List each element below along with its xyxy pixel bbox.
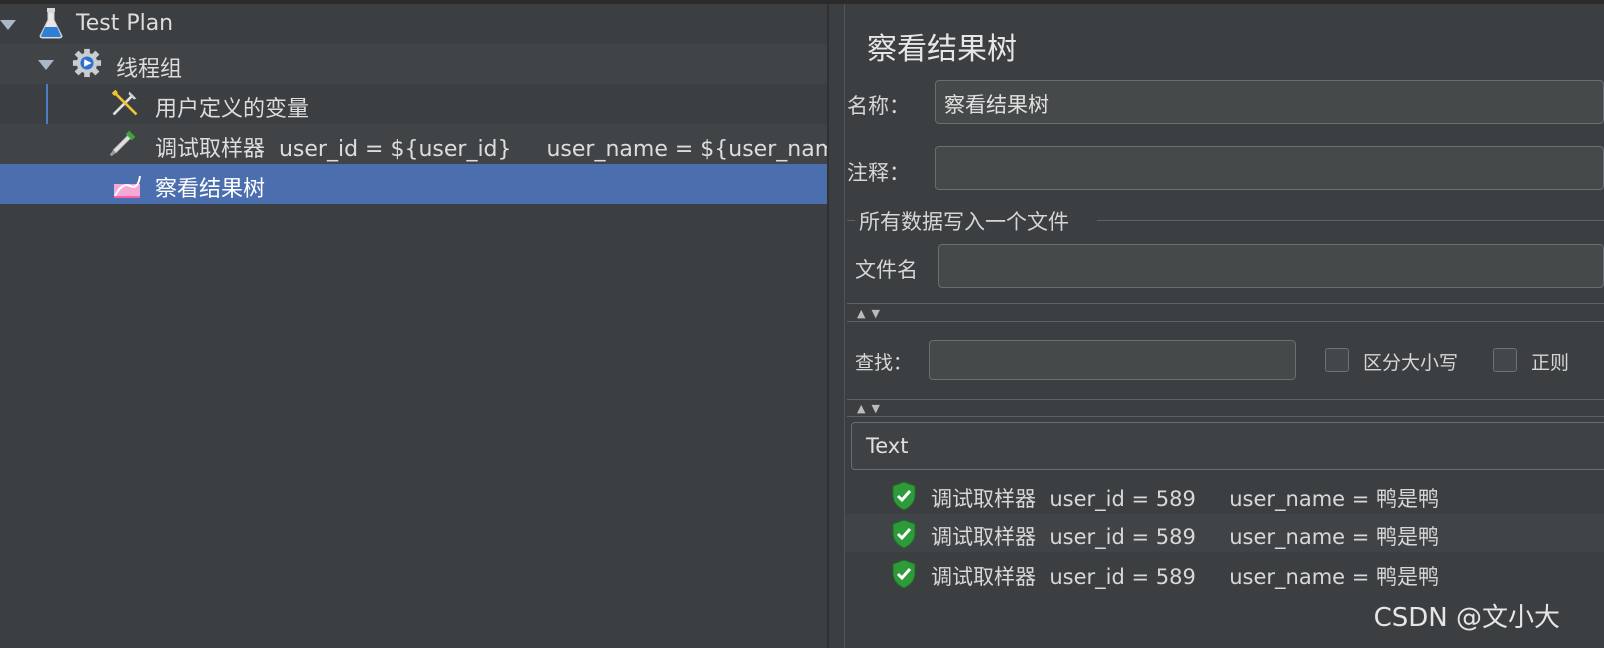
comment-field[interactable]: [935, 146, 1604, 190]
search-label: 查找：: [855, 352, 913, 374]
test-plan-tree: Test Plan 线程组 用户定义的变量 调试取样器 user_id = ${…: [0, 4, 864, 648]
tree-item-test-plan[interactable]: Test Plan: [0, 4, 827, 44]
divider: [847, 399, 1604, 400]
case-sensitive-label: 区分大小写: [1363, 352, 1459, 374]
tree-item-thread-group[interactable]: 线程组: [0, 44, 827, 84]
file-group-title: 所有数据写入一个文件: [859, 210, 1069, 234]
success-shield-icon: [891, 519, 917, 554]
collapse-arrows-icon[interactable]: ▲▼: [857, 402, 886, 415]
result-label: 调试取样器 user_id = 589 user_name = 鸭是鸭: [931, 565, 1440, 589]
expand-toggle-icon[interactable]: [38, 60, 54, 70]
tree-item-label: Test Plan: [76, 11, 174, 36]
panel-splitter[interactable]: [827, 4, 845, 648]
comment-label: 注释：: [847, 161, 910, 185]
watermark: CSDN @文小大: [1373, 603, 1560, 633]
tree-item-view-results-tree[interactable]: 察看结果树: [0, 164, 827, 204]
collapse-arrows-icon[interactable]: ▲▼: [857, 307, 886, 320]
result-row[interactable]: 调试取样器 user_id = 589 user_name = 鸭是鸭: [845, 476, 1604, 514]
divider: [847, 321, 1604, 322]
renderer-select-value: Text: [866, 434, 909, 458]
tree-item-label: 线程组: [116, 57, 183, 82]
panel-title: 察看结果树: [867, 32, 1017, 67]
chart-icon: [112, 170, 142, 200]
name-field-value: 察看结果树: [944, 93, 1049, 117]
result-label: 调试取样器 user_id = 589 user_name = 鸭是鸭: [931, 487, 1440, 511]
tree-item-user-defined-variables[interactable]: 用户定义的变量: [0, 84, 827, 124]
tools-icon: [110, 88, 140, 118]
tree-item-debug-sampler[interactable]: 调试取样器 user_id = ${user_id} user_name = $…: [0, 124, 864, 164]
group-border-left: [847, 220, 855, 221]
tree-item-label: 调试取样器 user_id = ${user_id} user_name = $…: [155, 137, 864, 162]
search-input[interactable]: [929, 340, 1296, 380]
dropper-icon: [108, 128, 138, 158]
divider: [847, 416, 1604, 417]
view-results-tree-panel: 察看结果树 名称： 察看结果树 注释： 所有数据写入一个文件 文件名 ▲▼ 查找…: [845, 4, 1604, 648]
renderer-select[interactable]: Text: [851, 422, 1604, 470]
divider: [847, 303, 1604, 304]
name-label: 名称：: [847, 94, 910, 118]
case-sensitive-checkbox[interactable]: [1325, 348, 1349, 372]
expand-toggle-icon[interactable]: [0, 20, 16, 30]
gear-icon: [72, 48, 102, 78]
filename-field[interactable]: [938, 244, 1604, 288]
result-row[interactable]: 调试取样器 user_id = 589 user_name = 鸭是鸭: [845, 554, 1604, 592]
result-row[interactable]: 调试取样器 user_id = 589 user_name = 鸭是鸭: [845, 514, 1604, 552]
regex-checkbox[interactable]: [1493, 348, 1517, 372]
flask-icon: [36, 8, 66, 39]
success-shield-icon: [891, 559, 917, 594]
group-border-right: [1097, 220, 1604, 221]
name-field[interactable]: 察看结果树: [935, 80, 1604, 124]
filename-label: 文件名: [855, 258, 918, 282]
result-label: 调试取样器 user_id = 589 user_name = 鸭是鸭: [931, 525, 1440, 549]
regex-label: 正则: [1531, 352, 1570, 374]
success-shield-icon: [891, 481, 917, 516]
tree-item-label: 察看结果树: [155, 177, 266, 202]
tree-item-label: 用户定义的变量: [155, 97, 310, 122]
